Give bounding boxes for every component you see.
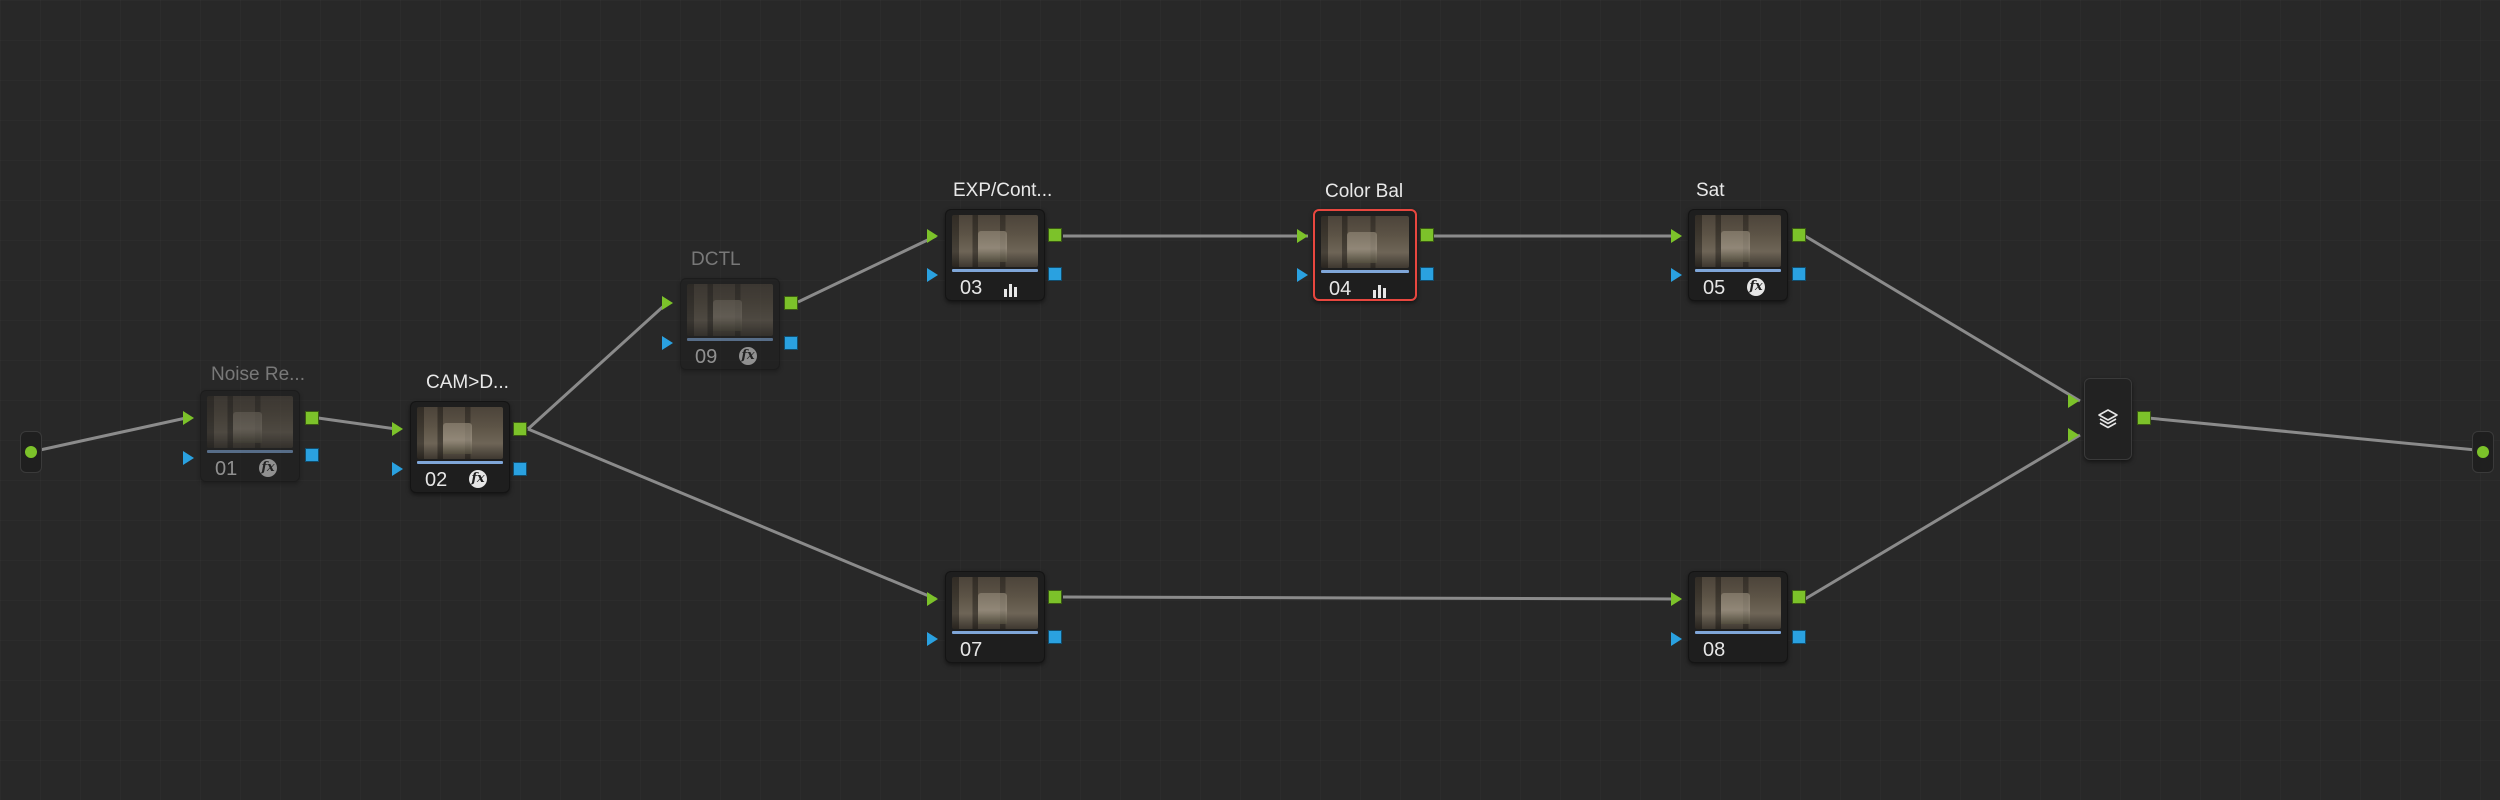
bars-icon xyxy=(1373,282,1391,298)
source-input-endpoint[interactable] xyxy=(20,431,42,473)
layer-mixer-output-port[interactable] xyxy=(2137,411,2151,425)
rgb-output-port[interactable] xyxy=(513,422,527,436)
wire-07-to-08 xyxy=(1062,595,1681,601)
node-label: CAM>D... xyxy=(426,372,509,393)
output-dot-icon[interactable] xyxy=(2477,446,2489,458)
fx-icon: fx xyxy=(469,470,487,488)
node-mix-bar xyxy=(952,269,1038,272)
key-output-port[interactable] xyxy=(1048,267,1062,281)
key-input-port[interactable] xyxy=(662,336,673,350)
node-thumbnail xyxy=(1695,215,1781,267)
node-number: 02 xyxy=(425,469,448,491)
rgb-input-port[interactable] xyxy=(183,411,194,425)
wire-01-to-02 xyxy=(317,416,397,431)
node-number: 07 xyxy=(960,639,983,661)
output-endpoint[interactable] xyxy=(2472,431,2494,473)
node-mix-bar xyxy=(687,338,773,341)
rgb-input-port[interactable] xyxy=(1671,592,1682,606)
key-output-port[interactable] xyxy=(1420,267,1434,281)
layer-mixer-input-2[interactable] xyxy=(2068,428,2079,442)
layers-icon xyxy=(2098,409,2118,429)
wire-02-to-07 xyxy=(527,427,937,601)
rgb-output-port[interactable] xyxy=(784,296,798,310)
node-number: 01 xyxy=(215,458,238,480)
node-thumbnail xyxy=(207,396,293,448)
wire-02-to-09 xyxy=(526,301,669,431)
key-input-port[interactable] xyxy=(1671,632,1682,646)
node-editor-canvas[interactable]: Noise Re... 01 fx CAM>D... 02 fx DCTL 09… xyxy=(0,0,2500,800)
fx-icon: fx xyxy=(259,459,277,477)
key-output-port[interactable] xyxy=(1048,630,1062,644)
rgb-input-port[interactable] xyxy=(927,229,938,243)
rgb-output-port[interactable] xyxy=(1048,590,1062,604)
key-input-port[interactable] xyxy=(392,462,403,476)
node-mix-bar xyxy=(417,461,503,464)
node-number: 04 xyxy=(1329,278,1352,300)
key-output-port[interactable] xyxy=(513,462,527,476)
node-mix-bar xyxy=(1321,270,1409,273)
node-mix-bar xyxy=(1695,631,1781,634)
node-label: Sat xyxy=(1696,180,1725,201)
node-thumbnail xyxy=(687,284,773,336)
node-number: 03 xyxy=(960,277,983,299)
node-mix-bar xyxy=(1695,269,1781,272)
node-07[interactable]: 07 xyxy=(945,571,1045,663)
key-output-port[interactable] xyxy=(1792,267,1806,281)
node-04[interactable]: Color Bal 04 xyxy=(1313,181,1417,301)
wire-input-to-01 xyxy=(39,416,187,452)
node-mix-bar xyxy=(207,450,293,453)
key-output-port[interactable] xyxy=(305,448,319,462)
layer-mixer-node[interactable] xyxy=(2084,378,2132,460)
fx-icon: fx xyxy=(1747,278,1765,296)
rgb-output-port[interactable] xyxy=(1792,590,1806,604)
rgb-output-port[interactable] xyxy=(1792,228,1806,242)
bars-icon xyxy=(1004,281,1022,297)
node-thumbnail xyxy=(952,215,1038,267)
node-number: 09 xyxy=(695,346,718,368)
node-02[interactable]: CAM>D... 02 fx xyxy=(410,372,510,493)
key-input-port[interactable] xyxy=(183,451,194,465)
key-output-port[interactable] xyxy=(784,336,798,350)
node-label: Color Bal xyxy=(1325,181,1404,202)
node-thumbnail xyxy=(1695,577,1781,629)
node-label: Noise Re... xyxy=(211,364,305,385)
rgb-input-port[interactable] xyxy=(1671,229,1682,243)
rgb-input-port[interactable] xyxy=(392,422,403,436)
input-dot-icon[interactable] xyxy=(25,446,37,458)
rgb-input-port[interactable] xyxy=(1297,229,1308,243)
node-number: 08 xyxy=(1703,639,1726,661)
key-input-port[interactable] xyxy=(1297,268,1308,282)
node-label: DCTL xyxy=(691,249,741,270)
rgb-input-port[interactable] xyxy=(662,296,673,310)
node-mix-bar xyxy=(952,631,1038,634)
node-05[interactable]: Sat 05 fx xyxy=(1688,180,1788,301)
rgb-input-port[interactable] xyxy=(927,592,938,606)
layer-mixer-input-1[interactable] xyxy=(2068,394,2079,408)
wire-layer-to-output xyxy=(2147,416,2477,452)
node-01[interactable]: Noise Re... 01 fx xyxy=(200,364,305,482)
key-input-port[interactable] xyxy=(927,268,938,282)
node-thumbnail xyxy=(417,407,503,459)
node-label: EXP/Cont... xyxy=(953,180,1053,201)
node-thumbnail xyxy=(1321,216,1409,268)
wire-08-to-layer xyxy=(1804,433,2081,601)
node-03[interactable]: EXP/Cont... 03 xyxy=(945,180,1052,301)
node-09[interactable]: DCTL 09 fx xyxy=(680,249,780,370)
wire-05-to-layer xyxy=(1804,234,2081,403)
key-input-port[interactable] xyxy=(927,632,938,646)
key-input-port[interactable] xyxy=(1671,268,1682,282)
rgb-output-port[interactable] xyxy=(1048,228,1062,242)
node-number: 05 xyxy=(1703,277,1726,299)
node-thumbnail xyxy=(952,577,1038,629)
key-output-port[interactable] xyxy=(1792,630,1806,644)
rgb-output-port[interactable] xyxy=(305,411,319,425)
fx-icon: fx xyxy=(739,347,757,365)
node-08[interactable]: 08 xyxy=(1688,571,1788,663)
rgb-output-port[interactable] xyxy=(1420,228,1434,242)
